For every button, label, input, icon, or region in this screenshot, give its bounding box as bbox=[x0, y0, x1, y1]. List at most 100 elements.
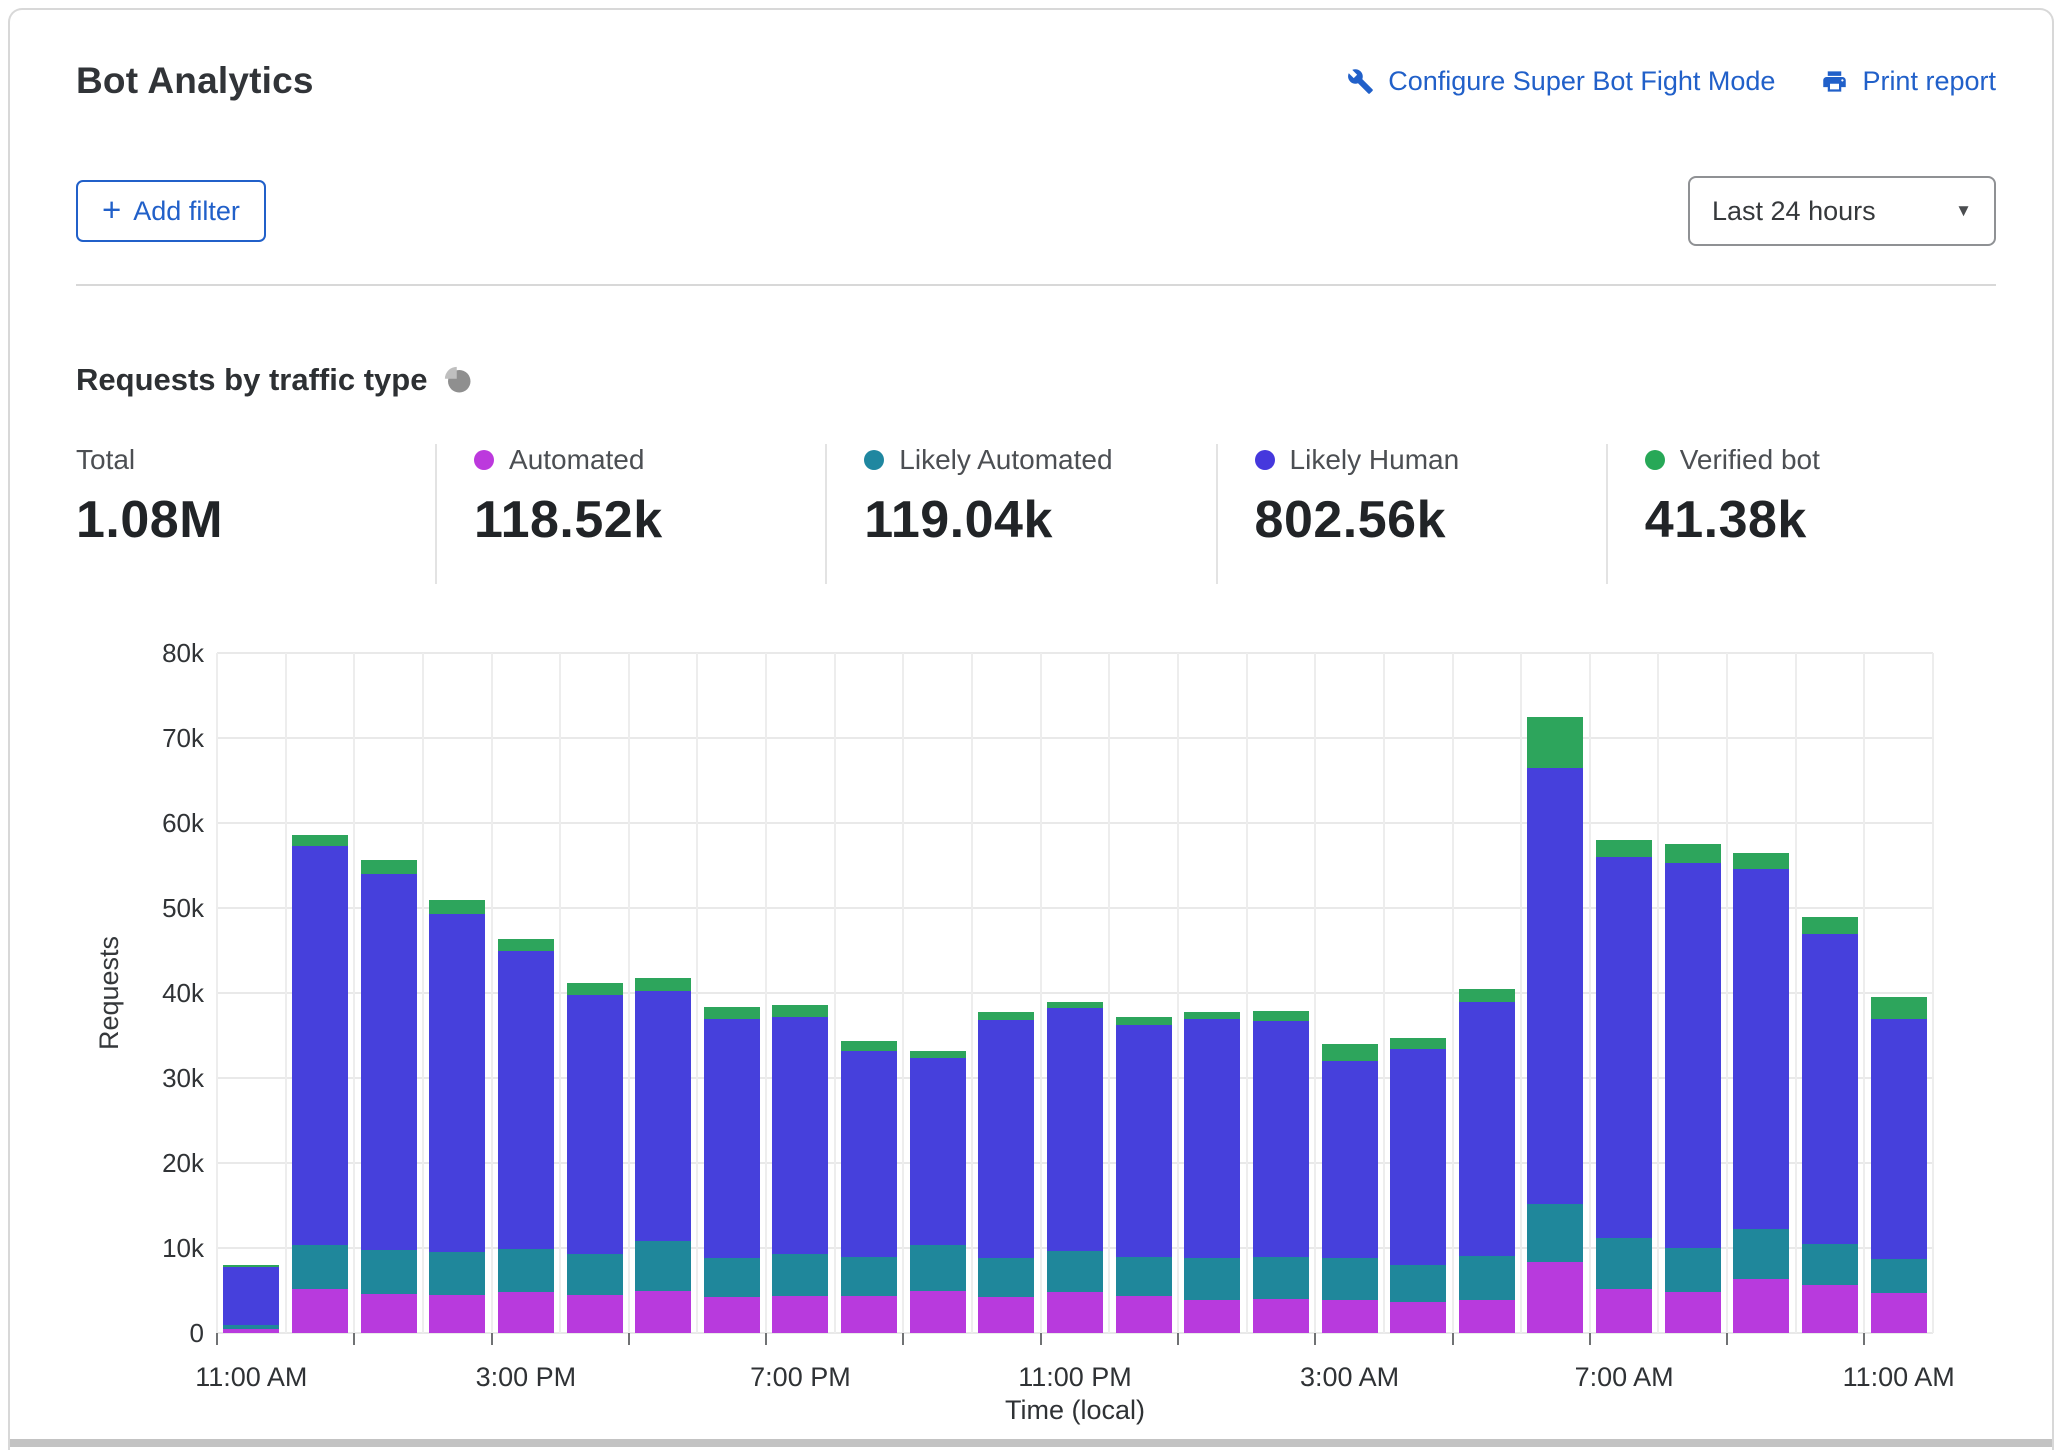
stat-label: Total bbox=[76, 444, 135, 476]
stacked-bar bbox=[1322, 1044, 1378, 1333]
gridline-vertical bbox=[491, 653, 493, 1333]
stacked-bar bbox=[841, 1041, 897, 1333]
stat-label: Verified bot bbox=[1680, 444, 1820, 476]
y-tick-label: 60k bbox=[134, 808, 204, 838]
gridline-vertical bbox=[1726, 653, 1728, 1333]
gridline-vertical bbox=[1108, 653, 1110, 1333]
bar-segment-automated bbox=[1390, 1302, 1446, 1333]
bar-segment-automated bbox=[772, 1296, 828, 1333]
y-axis-title: Requests bbox=[94, 913, 124, 1073]
plus-icon: + bbox=[102, 193, 121, 226]
bar-segment-likely-human bbox=[429, 914, 485, 1252]
x-axis-tick bbox=[1452, 1333, 1454, 1345]
gridline-vertical bbox=[1657, 653, 1659, 1333]
y-tick-label: 80k bbox=[134, 638, 204, 668]
bar-segment-automated bbox=[1459, 1300, 1515, 1333]
x-tick-label: 11:00 PM bbox=[965, 1362, 1185, 1393]
requests-section: Requests by traffic type Total 1.08M Aut… bbox=[10, 362, 2052, 584]
bar-segment-likely-human bbox=[704, 1019, 760, 1258]
bar-segment-likely-automated bbox=[1459, 1256, 1515, 1300]
gridline-vertical bbox=[696, 653, 698, 1333]
x-tick-label: 11:00 AM bbox=[141, 1362, 361, 1393]
bar-segment-likely-automated bbox=[1116, 1257, 1172, 1297]
x-axis-tick bbox=[1589, 1333, 1591, 1345]
bar-segment-likely-human bbox=[841, 1051, 897, 1257]
stat-label: Likely Human bbox=[1290, 444, 1460, 476]
bar-segment-likely-human bbox=[1253, 1021, 1309, 1257]
stat-value: 1.08M bbox=[76, 490, 435, 550]
print-report-link[interactable]: Print report bbox=[1821, 66, 1996, 97]
stacked-bar bbox=[1184, 1012, 1240, 1333]
x-axis-tick bbox=[628, 1333, 630, 1345]
bar-segment-automated bbox=[1116, 1296, 1172, 1333]
gridline-vertical bbox=[1177, 653, 1179, 1333]
gridline-vertical bbox=[1589, 653, 1591, 1333]
gridline-vertical bbox=[971, 653, 973, 1333]
y-tick-label: 0 bbox=[134, 1318, 204, 1348]
gridline-vertical bbox=[559, 653, 561, 1333]
stacked-bar bbox=[361, 860, 417, 1333]
bar-segment-verified-bot bbox=[1184, 1012, 1240, 1020]
bar-segment-verified-bot bbox=[429, 900, 485, 914]
gridline-vertical bbox=[1932, 653, 1934, 1333]
gridline-vertical bbox=[765, 653, 767, 1333]
gridline-vertical bbox=[1383, 653, 1385, 1333]
x-axis-tick bbox=[765, 1333, 767, 1345]
gridline-vertical bbox=[834, 653, 836, 1333]
stacked-bar bbox=[910, 1051, 966, 1333]
gridline-horizontal bbox=[217, 737, 1933, 739]
bar-segment-verified-bot bbox=[978, 1012, 1034, 1021]
bar-segment-automated bbox=[841, 1296, 897, 1333]
bar-segment-automated bbox=[1253, 1299, 1309, 1333]
bar-segment-likely-human bbox=[223, 1267, 279, 1326]
bot-analytics-card: Bot Analytics Configure Super Bot Fight … bbox=[8, 8, 2054, 1450]
bar-segment-verified-bot bbox=[704, 1007, 760, 1019]
stacked-bar bbox=[567, 983, 623, 1333]
bar-segment-likely-human bbox=[1390, 1049, 1446, 1265]
bar-segment-automated bbox=[223, 1329, 279, 1333]
chevron-down-icon: ▼ bbox=[1955, 201, 1972, 221]
bar-segment-likely-automated bbox=[1802, 1244, 1858, 1285]
gridline-vertical bbox=[902, 653, 904, 1333]
bar-segment-automated bbox=[567, 1295, 623, 1333]
verified-bot-legend-dot bbox=[1645, 450, 1665, 470]
bar-segment-automated bbox=[361, 1294, 417, 1333]
stat-likely-human: Likely Human 802.56k bbox=[1216, 444, 1606, 584]
x-axis-tick bbox=[1314, 1333, 1316, 1345]
time-range-value: Last 24 hours bbox=[1712, 196, 1876, 227]
stacked-bar bbox=[772, 1005, 828, 1333]
stacked-bar bbox=[704, 1007, 760, 1333]
bar-segment-likely-human bbox=[1116, 1025, 1172, 1256]
stacked-bar bbox=[1665, 844, 1721, 1333]
y-tick-label: 10k bbox=[134, 1233, 204, 1263]
x-axis-tick bbox=[1040, 1333, 1042, 1345]
bar-segment-likely-automated bbox=[978, 1258, 1034, 1297]
bar-segment-likely-automated bbox=[429, 1252, 485, 1295]
bar-segment-verified-bot bbox=[292, 835, 348, 846]
print-link-label: Print report bbox=[1862, 66, 1996, 97]
x-tick-label: 3:00 AM bbox=[1240, 1362, 1460, 1393]
page-title: Bot Analytics bbox=[76, 60, 314, 102]
add-filter-button[interactable]: + Add filter bbox=[76, 180, 266, 242]
stat-value: 119.04k bbox=[864, 490, 1215, 550]
x-tick-label: 7:00 AM bbox=[1514, 1362, 1734, 1393]
bar-segment-verified-bot bbox=[1253, 1011, 1309, 1021]
gridline-vertical bbox=[1246, 653, 1248, 1333]
bar-segment-automated bbox=[635, 1291, 691, 1333]
bar-segment-likely-automated bbox=[292, 1245, 348, 1289]
bar-segment-likely-automated bbox=[1253, 1257, 1309, 1299]
bar-segment-likely-automated bbox=[841, 1257, 897, 1297]
bar-segment-verified-bot bbox=[1802, 917, 1858, 934]
bottom-section-strip bbox=[10, 1439, 2052, 1447]
bar-segment-automated bbox=[1322, 1300, 1378, 1333]
stacked-bar bbox=[1390, 1038, 1446, 1333]
time-range-select[interactable]: Last 24 hours ▼ bbox=[1688, 176, 1996, 246]
stacked-bar bbox=[1253, 1011, 1309, 1333]
configure-super-bot-fight-mode-link[interactable]: Configure Super Bot Fight Mode bbox=[1347, 66, 1775, 97]
bar-segment-likely-human bbox=[1871, 1019, 1927, 1260]
gridline-vertical bbox=[422, 653, 424, 1333]
bar-segment-automated bbox=[910, 1291, 966, 1333]
section-title: Requests by traffic type bbox=[76, 362, 427, 398]
stats-row: Total 1.08M Automated 118.52k Likely Aut… bbox=[76, 444, 1996, 584]
automated-legend-dot bbox=[474, 450, 494, 470]
